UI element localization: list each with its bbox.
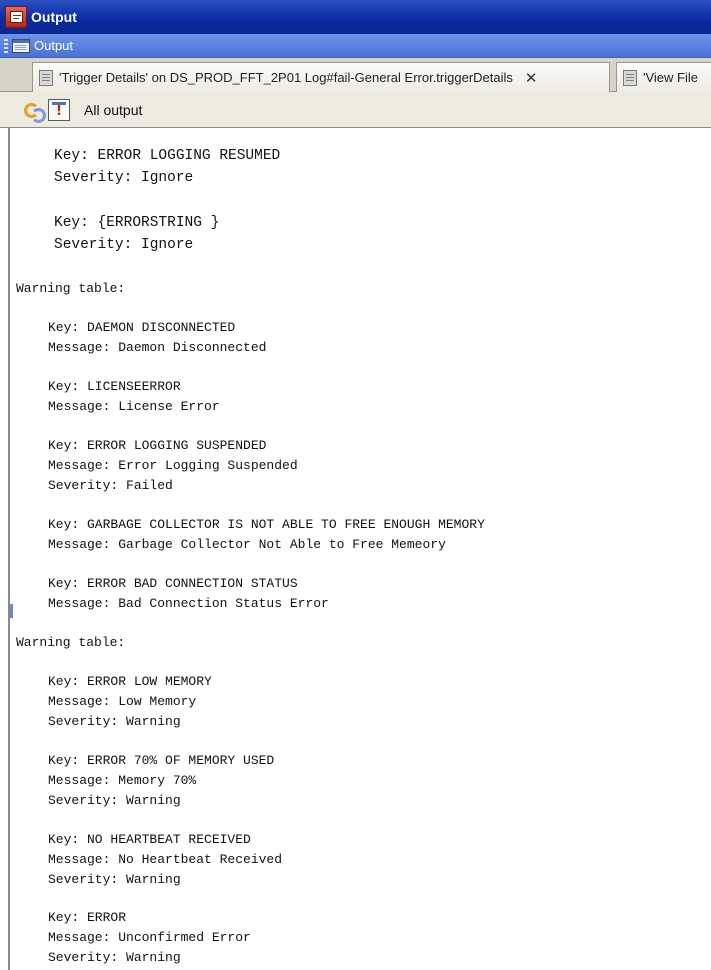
view-label: Output [34, 38, 74, 53]
output-line: Key: ERROR [48, 910, 127, 925]
output-line: Key: ERROR 70% OF MEMORY USED [48, 753, 275, 768]
warning-table-header: Warning table: [16, 281, 126, 296]
output-line: Message: Garbage Collector Not Able to F… [48, 537, 446, 552]
output-line: Message: No Heartbeat Received [48, 852, 283, 867]
tab-label: 'View File [643, 70, 698, 85]
document-icon [623, 69, 637, 86]
output-line: Key: NO HEARTBEAT RECEIVED [48, 832, 251, 847]
output-line: Key: LICENSEERROR [48, 379, 181, 394]
output-line: Severity: Warning [48, 950, 181, 965]
output-line: Key: ERROR BAD CONNECTION STATUS [48, 576, 298, 591]
window-title-bar: Output [0, 0, 711, 34]
view-header: Output [0, 34, 711, 58]
output-line: Message: License Error [48, 399, 220, 414]
sync-icon[interactable] [22, 100, 46, 123]
output-line: Message: Memory 70% [48, 773, 197, 788]
output-line: Key: DAEMON DISCONNECTED [48, 320, 236, 335]
output-line: Severity: Warning [48, 872, 181, 887]
all-output-label[interactable]: All output [84, 102, 142, 118]
output-line: Key: ERROR LOW MEMORY [48, 674, 212, 689]
window-title: Output [31, 9, 77, 25]
output-line: Severity: Ignore [54, 170, 194, 186]
output-line: Message: Error Logging Suspended [48, 458, 298, 473]
output-line: Key: {ERRORSTRING } [54, 215, 220, 231]
output-console[interactable]: Key: ERROR LOGGING RESUMED Severity: Ign… [8, 128, 711, 970]
close-icon[interactable]: ✕ [525, 69, 538, 87]
output-view-icon [12, 38, 30, 53]
tab-trigger-details[interactable]: 'Trigger Details' on DS_PROD_FFT_2P01 Lo… [32, 62, 610, 92]
output-window-icon [5, 6, 27, 28]
output-line: Severity: Ignore [54, 237, 194, 253]
scroll-marker [10, 604, 13, 618]
output-line: Severity: Warning [48, 714, 181, 729]
output-toolbar: All output [0, 92, 711, 128]
output-line: Key: ERROR LOGGING SUSPENDED [48, 438, 267, 453]
tab-strip: 'Trigger Details' on DS_PROD_FFT_2P01 Lo… [0, 58, 711, 92]
output-line: Message: Unconfirmed Error [48, 930, 251, 945]
warning-table-header: Warning table: [16, 635, 126, 650]
output-line: Severity: Failed [48, 478, 173, 493]
drag-grip-icon[interactable] [4, 38, 8, 53]
document-icon [39, 69, 53, 86]
output-line: Message: Daemon Disconnected [48, 340, 267, 355]
output-line: Key: ERROR LOGGING RESUMED [54, 148, 281, 164]
tab-view-file[interactable]: 'View File [616, 62, 711, 92]
output-filter-icon[interactable] [48, 98, 70, 121]
output-line: Message: Bad Connection Status Error [48, 596, 329, 611]
output-line: Severity: Warning [48, 793, 181, 808]
output-line: Key: GARBAGE COLLECTOR IS NOT ABLE TO FR… [48, 517, 485, 532]
output-line: Message: Low Memory [48, 694, 197, 709]
tab-label: 'Trigger Details' on DS_PROD_FFT_2P01 Lo… [59, 70, 513, 85]
